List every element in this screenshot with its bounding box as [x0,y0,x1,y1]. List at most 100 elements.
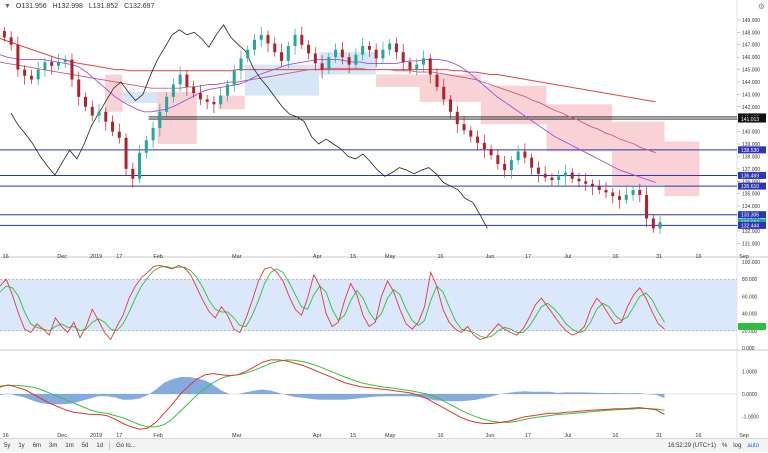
time-axis-label: 16 [438,254,444,260]
macd-axis-label: 1.0000 [742,369,758,375]
candle-body [482,142,486,149]
candle-body [340,49,344,58]
candle-body [252,39,256,50]
collapse-chevron-icon[interactable]: ▼ [4,3,11,10]
level-price-label: 138.530 [741,148,759,154]
ichimoku-cloud-red [104,74,123,112]
candle-body [185,74,189,87]
timeframe-3m[interactable]: 3m [45,443,61,449]
candle-body [246,49,250,59]
time-axis-label: Feb [153,254,162,260]
time-axis-label: Jun [486,254,495,260]
stoch-band [0,279,737,331]
candle-body [563,172,567,177]
candle-body [16,44,20,70]
price-axis-label: 132.000 [742,229,760,235]
candle-body [367,45,371,50]
candle-body [604,189,608,193]
level-price-label: 132.444 [741,223,759,229]
candle-body [23,69,27,76]
timeframe-1m[interactable]: 1m [61,443,77,449]
candle-body [476,136,480,143]
candle-body [165,96,169,112]
candle-body [293,34,297,46]
macd-axis-label: 0.0000 [742,392,758,398]
stoch-axis-label: 0.000 [742,346,755,352]
level-price-label: 141.013 [741,117,759,123]
candle-body [658,222,662,229]
candle-body [388,43,392,50]
candle-body [516,151,520,161]
ohlc-open: O131.956 [15,3,47,10]
candle-body [489,148,493,156]
candle-body [219,95,223,105]
candle-body [151,127,155,141]
candle-body [266,34,270,44]
ichimoku-cloud-blue [122,91,158,104]
candle-body [313,53,317,64]
time-axis-label: 16 [3,254,9,260]
candle-body [111,121,115,132]
candle-body [584,181,588,184]
price-chart[interactable]: 131.000132.000133.000134.000135.000136.0… [0,0,768,439]
candle-body [178,74,182,85]
macd-histogram [0,377,665,405]
percent-scale-toggle[interactable]: % [719,443,730,449]
goto-date-button[interactable]: Go to... [112,443,140,449]
candle-body [50,62,54,66]
candle-body [394,43,398,53]
candle-body [408,62,412,70]
candle-body [334,49,338,58]
candle-body [361,45,365,55]
timeframe-1d[interactable]: 1d [92,443,107,449]
candle-body [259,34,263,40]
candle-body [97,111,101,116]
auto-scale-toggle[interactable]: auto [744,443,762,449]
timeframe-5y[interactable]: 5y [0,443,14,449]
candle-body [56,62,60,66]
candle-body [29,75,33,80]
candle-body [543,173,547,178]
price-axis-label: 149.000 [742,18,760,24]
time-axis-label: Mar [232,254,242,260]
time-axis-label: 31 [656,254,662,260]
candle-body [550,177,554,181]
candle-body [104,111,108,122]
timeframe-6m[interactable]: 6m [29,443,45,449]
candle-body [415,64,419,70]
candle-body [611,192,615,197]
bottom-toolbar: 5y 1y 6m 3m 1m 5d 1d Go to... 16:52:29 (… [0,438,768,452]
candle-body [9,37,13,45]
log-scale-toggle[interactable]: log [730,443,744,449]
candle-body [198,93,202,100]
candle-body [307,44,311,54]
time-axis-label: May [385,254,396,260]
candle-body [381,49,385,59]
candle-body [577,178,581,182]
chart-window: 131.000132.000133.000134.000135.000136.0… [0,0,768,452]
stoch-axis-label: 60.000 [742,294,758,300]
candle-body [158,111,162,128]
candle-body [631,189,635,195]
price-axis-label: 138.000 [742,154,760,160]
timeframe-1y[interactable]: 1y [14,443,28,449]
time-axis-label: 15 [350,254,356,260]
candle-body [43,62,47,70]
candle-body [624,194,628,200]
candle-body [462,124,466,131]
candle-body [374,49,378,59]
time-axis-label: 17 [525,254,531,260]
candle-body [435,74,439,87]
clock-timestamp[interactable]: 16:52:29 (UTC+1) [665,443,719,449]
candle-body [280,52,284,61]
timeframe-5d[interactable]: 5d [78,443,93,449]
settings-gear-icon[interactable]: ⚙ [758,2,765,11]
candle-body [449,99,453,112]
candle-body [144,140,148,153]
time-axis-label: Apr [313,254,322,260]
candle-body [83,96,87,107]
candle-body [138,152,142,179]
stoch-axis-label: 100.000 [742,260,760,266]
candle-body [590,183,594,187]
price-axis-label: 135.000 [742,192,760,198]
